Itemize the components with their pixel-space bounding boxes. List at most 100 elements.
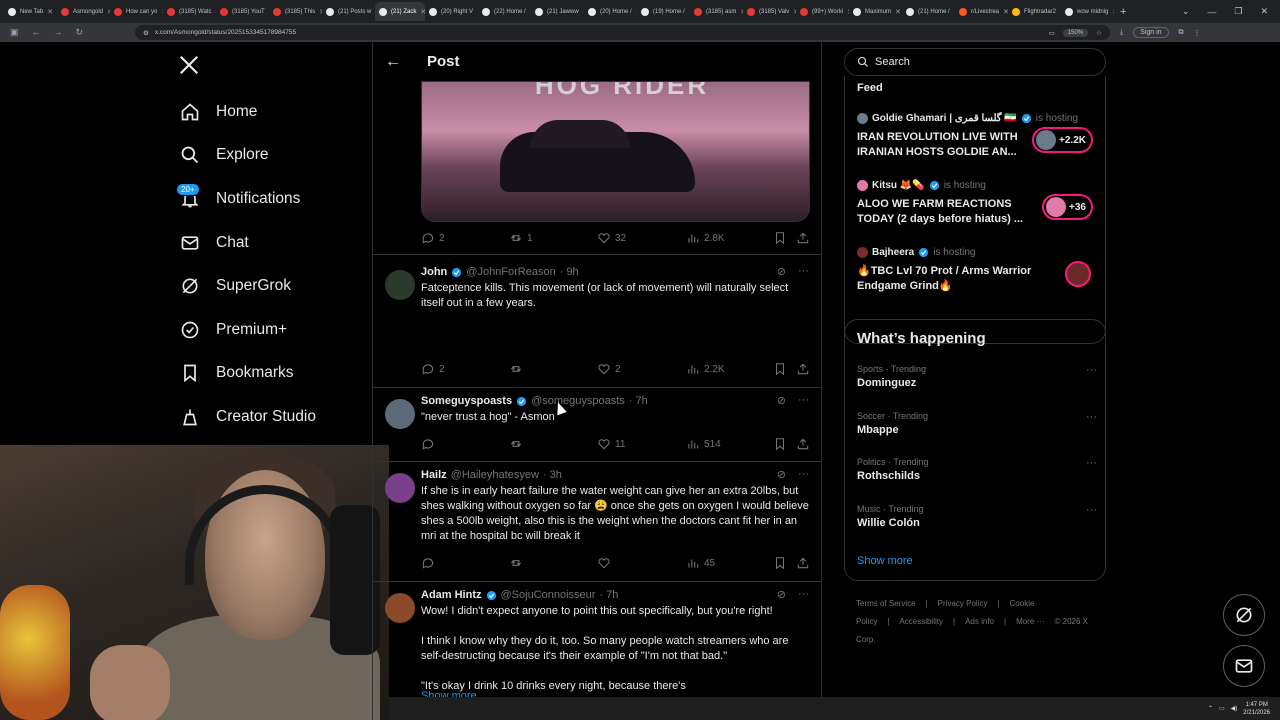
zoom-badge[interactable]: 150% (1062, 28, 1089, 37)
browser-tab[interactable]: (3185) Valv✕ (743, 2, 796, 21)
share-button[interactable] (796, 362, 810, 376)
more-options-icon[interactable]: ··· (798, 394, 809, 407)
show-more-trends-link[interactable]: Show more (857, 555, 913, 567)
grok-explain-icon[interactable]: ⊘ (777, 394, 786, 407)
more-options-icon[interactable]: ··· (798, 588, 809, 601)
grok-explain-icon[interactable]: ⊘ (777, 588, 786, 601)
repost-button[interactable]: 1 (509, 231, 533, 245)
bookmark-button[interactable] (773, 362, 787, 376)
avatar[interactable] (385, 270, 415, 300)
reply-button[interactable]: 2 (421, 231, 445, 245)
menu-icon[interactable]: ⋮ (1194, 29, 1201, 37)
author-name[interactable]: Someguyspoasts (421, 395, 512, 407)
nav-item-premium[interactable]: Premium+ (176, 308, 366, 352)
more-options-icon[interactable]: ··· (1086, 504, 1097, 516)
browser-tab[interactable]: (21) Home /✕ (902, 2, 955, 21)
browser-tab[interactable]: (3185) Watc✕ (163, 2, 216, 21)
author-handle[interactable]: @Haileyhatesyew (451, 469, 539, 481)
host-live-avatar[interactable] (1065, 261, 1091, 287)
browser-tab[interactable]: (3185) YouT✕ (216, 2, 269, 21)
avatar[interactable] (385, 399, 415, 429)
listener-count-pill[interactable]: +2.2K (1032, 127, 1093, 153)
nav-item-bookmarks[interactable]: Bookmarks (176, 352, 366, 396)
back-icon[interactable]: ← (32, 27, 41, 38)
nav-item-notifications[interactable]: Notifications 20+ (176, 177, 366, 221)
extensions-icon[interactable]: ⧉ (1179, 29, 1184, 37)
site-info-icon[interactable]: ⚙ (143, 29, 149, 37)
trend-item[interactable]: Music · Trending Willie Colón ··· (857, 504, 1097, 529)
sign-in-button[interactable]: Sign in (1133, 27, 1169, 38)
browser-tab[interactable]: (19) Home /✕ (637, 2, 690, 21)
like-button[interactable]: 32 (597, 231, 626, 245)
footer-link[interactable]: Ads info (965, 617, 994, 626)
close-window-icon[interactable]: ✕ (1260, 6, 1268, 17)
footer-link[interactable]: More ··· (1016, 617, 1044, 626)
repost-button[interactable] (509, 362, 527, 376)
like-button[interactable]: 2 (597, 362, 621, 376)
browser-tab[interactable]: r/Livestrea ✕ (955, 2, 1008, 21)
messages-fab-button[interactable] (1223, 645, 1265, 687)
share-button[interactable] (796, 437, 810, 451)
author-handle[interactable]: @SojuConnoisseur (501, 589, 596, 601)
author-handle[interactable]: @JohnForReason (466, 266, 555, 278)
grok-fab-button[interactable] (1223, 594, 1265, 636)
browser-tab[interactable]: Asmongold ✕ (57, 2, 110, 21)
post-media-image[interactable]: HOG RIDER (421, 81, 810, 222)
browser-tab[interactable]: (3185) This✕ (269, 2, 322, 21)
like-button[interactable]: 11 (597, 437, 625, 451)
more-options-icon[interactable]: ··· (798, 265, 809, 278)
nav-item-supergrok[interactable]: SuperGrok (176, 264, 366, 308)
browser-tab[interactable]: (20) Right V✕ (425, 2, 478, 21)
repost-button[interactable] (509, 556, 527, 570)
browser-tab[interactable]: (21) Zack ✕ (375, 2, 425, 21)
post-time[interactable]: · 3h (543, 469, 562, 481)
browser-tab[interactable]: wow midnig✕ (1061, 2, 1114, 21)
footer-link[interactable]: Terms of Service (856, 599, 916, 608)
footer-link[interactable]: Accessibility (899, 617, 943, 626)
trend-item[interactable]: Politics · Trending Rothschilds ··· (857, 457, 1097, 482)
browser-tab[interactable]: New Tab ✕ (4, 2, 57, 21)
reload-icon[interactable]: ↻ (76, 27, 84, 38)
browser-tab[interactable]: Flightradar2✕ (1008, 2, 1061, 21)
nav-item-chat[interactable]: Chat (176, 221, 366, 265)
author-name[interactable]: Adam Hintz (421, 589, 482, 601)
footer-link[interactable]: Privacy Policy (938, 599, 988, 608)
trend-item[interactable]: Soccer · Trending Mbappe ··· (857, 411, 1097, 436)
listener-count-pill[interactable]: +36 (1042, 194, 1093, 220)
browser-tab[interactable]: (3185) asm✕ (690, 2, 743, 21)
post-time[interactable]: · 7h (599, 589, 618, 601)
more-options-icon[interactable]: ··· (1086, 364, 1097, 376)
post-time[interactable]: · 7h (629, 395, 648, 407)
avatar[interactable] (385, 593, 415, 623)
like-button[interactable] (597, 556, 615, 570)
more-options-icon[interactable]: ··· (1086, 411, 1097, 423)
volume-icon[interactable]: ◀) (1231, 705, 1238, 712)
trend-item[interactable]: Sports · Trending Dominguez ··· (857, 364, 1097, 389)
nav-item-creator-studio[interactable]: Creator Studio (176, 395, 366, 439)
cast-icon[interactable]: ▭ (1049, 29, 1055, 37)
views-button[interactable]: 514 (686, 437, 721, 451)
browser-tab[interactable]: Maximum ✕ (849, 2, 902, 21)
repost-button[interactable] (509, 437, 527, 451)
avatar[interactable] (385, 473, 415, 503)
browser-tab[interactable]: (22) Home /✕ (478, 2, 531, 21)
more-options-icon[interactable]: ··· (1086, 457, 1097, 469)
share-button[interactable] (796, 556, 810, 570)
system-clock[interactable]: 1:47 PM 2/21/2026 (1243, 701, 1270, 717)
new-tab-icon[interactable]: + (1120, 6, 1126, 18)
nav-item-home[interactable]: Home (176, 90, 366, 134)
grok-explain-icon[interactable]: ⊘ (777, 265, 786, 278)
tab-close-icon[interactable]: ✕ (1112, 8, 1114, 16)
author-name[interactable]: Hailz (421, 469, 447, 481)
browser-tab[interactable]: (20) Home /✕ (584, 2, 637, 21)
tab-close-icon[interactable]: ✕ (895, 8, 901, 16)
reply-button[interactable]: 2 (421, 362, 445, 376)
bookmark-button[interactable] (773, 556, 787, 570)
reply-button[interactable] (421, 437, 439, 451)
minimize-icon[interactable]: — (1207, 7, 1216, 17)
author-handle[interactable]: @someguyspoasts (531, 395, 625, 407)
bookmark-star-icon[interactable]: ☆ (1096, 29, 1102, 37)
author-name[interactable]: John (421, 266, 447, 278)
tray-chevron-icon[interactable]: ⌃ (1208, 705, 1213, 712)
back-arrow-icon[interactable]: ← (373, 53, 413, 71)
